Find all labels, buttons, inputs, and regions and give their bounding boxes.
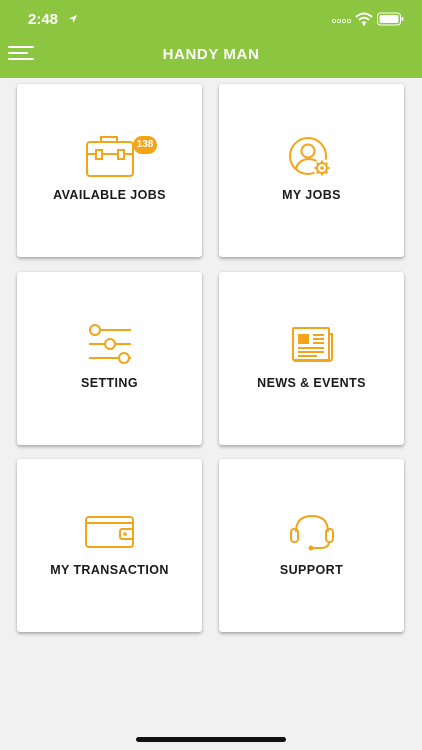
icon-wrapper [219, 326, 404, 364]
tile-my-transaction[interactable]: MY TRANSACTION [17, 459, 202, 632]
tile-label-setting: SETTING [81, 376, 138, 390]
icon-wrapper [219, 136, 404, 182]
signal-icon [331, 18, 351, 24]
tile-available-jobs[interactable]: 138 AVAILABLE JOBS [17, 84, 202, 257]
tile-label-support: SUPPORT [279, 563, 344, 577]
wifi-icon [355, 12, 373, 26]
jobs-count-badge: 138 [133, 136, 157, 154]
icon-wrapper [17, 514, 202, 550]
newspaper-icon [291, 327, 333, 362]
battery-icon [377, 12, 404, 26]
tile-support[interactable]: SUPPORT [219, 459, 404, 632]
briefcase-icon [85, 136, 134, 177]
app-title: HANDY MAN [162, 46, 260, 63]
headset-icon [289, 514, 334, 551]
status-bar: 2:48 [0, 0, 422, 40]
status-time: 2:48 [28, 11, 59, 28]
wallet-icon [84, 516, 134, 548]
sliders-icon [88, 324, 131, 364]
user-gear-icon [288, 137, 331, 177]
tile-label-my-jobs: MY JOBS [282, 188, 341, 202]
location-arrow-icon [69, 15, 77, 23]
tile-label-news-events: NEWS & EVENTS [257, 376, 366, 390]
tile-label-my-transaction: MY TRANSACTION [50, 563, 169, 577]
tile-label-available-jobs: AVAILABLE JOBS [53, 188, 166, 202]
icon-wrapper [219, 513, 404, 553]
icon-wrapper [17, 324, 202, 364]
tile-setting[interactable]: SETTING [17, 272, 202, 445]
tile-my-jobs[interactable]: MY JOBS [219, 84, 404, 257]
icon-wrapper [17, 134, 202, 182]
tile-news-events[interactable]: NEWS & EVENTS [219, 272, 404, 445]
app-header: 2:48 HANDY MAN [0, 0, 422, 78]
home-indicator[interactable] [136, 737, 286, 742]
